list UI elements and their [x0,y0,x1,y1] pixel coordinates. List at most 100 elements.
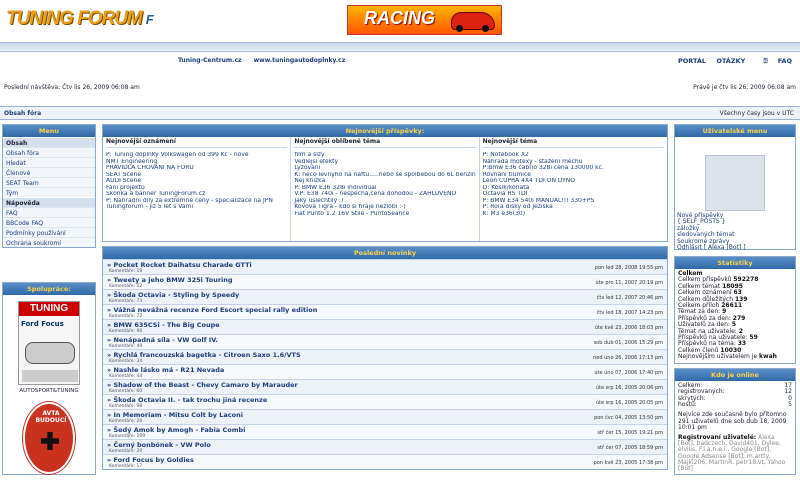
external-link-tuning-centrum[interactable]: Tuning-Centrum.cz [178,57,242,64]
online-row: hostů: 5 [678,400,792,408]
news-title-link[interactable]: » Vážná nevážná recenze Ford Escort spec… [107,306,317,314]
online-record: Nejvíce zde současně bylo přítomno 291 u… [678,411,787,431]
news-title-link[interactable]: » Nenápadná síla - VW Golf IV. [107,336,218,344]
news-title: Poslední novinky [103,247,667,259]
newest-posts: Nejnovější příspěvky: Nejnovější oznámen… [102,124,668,242]
magazine-caption[interactable]: AUTOSPORT&TUNING [3,388,95,394]
racing-banner[interactable]: RACING [347,5,502,35]
newest-link[interactable]: Tuningforum - již 5 let s Vámi [106,204,287,211]
online-counts: Celkem: 17 registrovaných: 12 skrytých: 0 host… [675,381,795,411]
magazine-cover[interactable]: TUNING Ford Focus [18,301,80,385]
news-row: » BMW 635CSi - The Big Coupe Komentáře: 9… [103,319,667,334]
newest-posts-columns: Nejnovější oznámení P: Tuning doplňky Vol… [103,137,667,241]
news-date: čtv led 18, 2007 14:23 pm [596,310,663,316]
newest-link[interactable]: Fiat Punto 1.2 16V Stile - PuntoSeance [294,211,475,218]
left-column: Menu Obsah Obsah fóra Hledat Členové SEA… [2,124,96,248]
news-date: úte úno 07, 2006 17:40 pm [594,370,663,376]
news-box: Poslední novinky » Pocket Rocket Daihats… [102,246,668,470]
breadcrumb-home[interactable]: Obsah fóra [4,110,41,117]
top-nav: PORTÁL OTÁZKY ⍰ FAQ [670,57,792,66]
newest-posts-title: Nejnovější příspěvky: [103,125,667,137]
news-title-link[interactable]: » Škoda Octavia - Styling by Speedy [107,291,239,299]
news-title-link[interactable]: » BMW 635CSi - The Big Coupe [107,321,220,329]
news-date: stř čer 15, 2005 19:21 pm [597,430,663,436]
last-visit: Poslední návštěva: Čtv lis 26, 2009 06:0… [4,84,140,91]
news-row: » Vážná nevážná recenze Ford Escort spec… [103,304,667,319]
news-title-link[interactable]: » Shadow of the Beast - Chevy Camaro by … [107,381,298,389]
news-date: úte srp 16, 2005 20:05 pm [595,400,663,406]
online-box: Kdo je online Celkem: 17 registrovaných: 12… [674,367,796,476]
news-row: » Rychlá francouzská bagetka - Citroen S… [103,349,667,364]
partners-box: Spolupráce: TUNING Ford Focus AUTOSPORT&… [2,282,96,475]
news-date: stř čer 07, 2005 18:59 pm [597,445,663,451]
online-registered: Registrovaní uživatelé: Alexa [Bot], bad… [675,433,795,474]
news-date: čtv led 12, 2007 20:46 pm [596,295,663,301]
menu-item-obsah-fora[interactable]: Obsah fóra [3,147,95,157]
news-date: pon čvc 04, 2005 13:50 pm [594,415,663,421]
car-icon [451,12,495,32]
newest-column-heading: Nejnovější téma [482,138,664,148]
stats-rows: Celkem příspěvků 592278 Celkem témat 1809… [678,277,792,360]
news-row: » Šedý Amok by Amogh - Fabia Combi Koment… [103,424,667,439]
news-comments[interactable]: Komentáře: 17 [109,464,142,469]
user-links: Nové příspěvky{ SELF_POSTS } záložky sledo… [675,211,795,251]
faq-icon: ⍰ [763,57,770,65]
newest-column: Nejnovější oblíbené téma film a slzy Vedle… [291,137,480,241]
visit-row: Poslední návštěva: Čtv lis 26, 2009 06:0… [0,68,800,106]
news-title-link[interactable]: » Tweety a jeho BMW 325i Touring [107,276,233,284]
news-date: pon led 28, 2008 19:55 pm [594,265,663,271]
online-registered-list[interactable]: Alexa [Bot], badczech, David401, Dylee, … [678,434,785,472]
nav-questions[interactable]: OTÁZKY [716,57,745,65]
menu-item-bbcode-faq[interactable]: BBCode FAQ [3,217,95,227]
news-title-link[interactable]: » Šedý Amok by Amogh - Fabia Combi [107,426,245,434]
news-row: » Shadow of the Beast - Chevy Camaro by … [103,379,667,394]
online-value: 5 [788,400,792,408]
news-row: » In Memoriam - Mitsu Colt by Laconi Kome… [103,409,667,424]
news-title-link[interactable]: » Škoda Octavia II. - tak trochu jiná re… [107,396,267,404]
newest-column: Nejnovější téma P: Notebook X2 Náhrada mot… [480,137,667,241]
sticker-text: AVTA BUDOUCÍ [35,410,67,424]
magazine-title: TUNING [19,302,79,316]
user-menu: Uživatelské menu Nové příspěvky{ SELF_PO… [674,124,796,251]
news-title-link[interactable]: » Černý bonbónek - VW Polo [107,441,211,449]
banner-text: RACING [364,8,435,28]
external-links: Tuning-Centrum.cz www.tuningautodoplnky.… [178,57,345,64]
menu-item-ochrana[interactable]: Ochrana soukromí [3,237,95,247]
menu-item-podminky[interactable]: Podmínky používání [3,227,95,237]
stats-title: Statistiky [675,257,795,269]
news-title-link[interactable]: » In Memoriam - Mitsu Colt by Laconi [107,411,243,419]
news-date: úte pro 11, 2007 20:19 pm [595,280,663,286]
magazine-subtitle: Ford Focus [21,320,64,328]
news-title-link[interactable]: » Pocket Rocket Daihatsu Charade GTTi [107,261,252,269]
partner-sticker[interactable]: AVTA BUDOUCÍ [23,402,75,474]
news-date: pon kvě 23, 2005 17:38 pm [593,460,663,466]
menu-item-faq[interactable]: FAQ [3,207,95,217]
nav-portal[interactable]: PORTÁL [678,57,706,65]
news-title-link[interactable]: » Ford Focus by Goldies [107,456,194,464]
menu-item-seat-team[interactable]: SEAT Team [3,177,95,187]
newest-column-heading: Nejnovější oblíbené téma [294,138,476,148]
news-row: » Škoda Octavia II. - tak trochu jiná re… [103,394,667,409]
cover-stripe [22,370,78,382]
menu-item-hledat[interactable]: Hledat [3,157,95,167]
newest-link[interactable]: K: M3 e36(30) [483,211,664,218]
newest-column: Nejnovější oznámení P: Tuning doplňky Vol… [103,137,292,241]
stats-value: 59 [749,334,758,342]
news-title-link[interactable]: » Rychlá francouzská bagetka - Citroen S… [107,351,301,359]
menu-item-tym[interactable]: Tým [3,187,95,197]
news-title-link[interactable]: » Nashle lásko má - R21 Nevada [107,366,224,374]
menu-section-obsah: Obsah [3,137,95,147]
avatar [705,155,765,211]
logo-text: TUNING FORUM [6,8,143,29]
user-menu-link[interactable]: Odhlásit [ Alexa [Bot] ] [677,244,793,251]
header-strip [0,42,800,52]
links-row: Tuning-Centrum.cz www.tuningautodoplnky.… [0,52,800,68]
menu-item-clenove[interactable]: Členové [3,167,95,177]
news-date: úte srp 16, 2005 20:06 pm [595,385,663,391]
nav-faq[interactable]: ⍰ FAQ [756,57,792,65]
news-date: ned úno 26, 2006 17:13 pm [593,355,663,361]
site-logo[interactable]: TUNING FORUM F [6,8,154,30]
external-link-tuningautodoplnky[interactable]: www.tuningautodoplnky.cz [254,57,346,64]
right-column: Uživatelské menu Nové příspěvky{ SELF_PO… [674,124,796,476]
logo-mark-icon: F [145,12,154,27]
